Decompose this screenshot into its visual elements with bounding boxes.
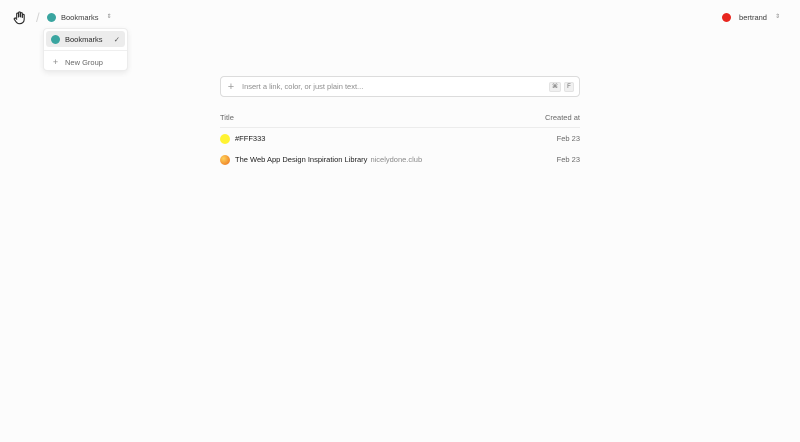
chevron-up-down-icon: ⇕	[774, 14, 780, 20]
favicon-icon	[220, 154, 230, 165]
breadcrumb-separator: /	[36, 10, 40, 25]
divider	[44, 50, 127, 51]
f-key-hint: F	[564, 81, 574, 92]
plus-icon: +	[52, 57, 59, 67]
hand-logo-icon[interactable]	[11, 9, 27, 25]
new-group-button[interactable]: + New Group	[46, 54, 125, 70]
check-icon: ✓	[113, 34, 120, 44]
color-swatch-icon	[220, 133, 230, 144]
table-header: Title Created at	[220, 108, 580, 128]
menu-item-label: Bookmarks	[65, 34, 103, 44]
row-date: Feb 23	[556, 155, 580, 164]
column-header-created: Created at	[544, 113, 580, 122]
command-key-hint: ⌘	[549, 81, 561, 92]
group-dropdown-menu: Bookmarks ✓ + New Group	[43, 28, 128, 71]
row-title: The Web App Design Inspiration Library	[235, 155, 368, 164]
row-domain: nicelydone.club	[370, 155, 423, 164]
bookmarks-table: Title Created at #FFF333 Feb 23 The Web …	[220, 108, 580, 170]
table-row[interactable]: #FFF333 Feb 23	[220, 128, 580, 149]
column-header-title: Title	[220, 113, 234, 122]
menu-item-bookmarks[interactable]: Bookmarks ✓	[46, 31, 125, 47]
user-menu[interactable]: bertrand ⇕	[722, 8, 780, 26]
new-group-label: New Group	[65, 57, 103, 67]
user-name: bertrand	[739, 12, 767, 22]
bookmark-input[interactable]	[242, 82, 546, 91]
row-date: Feb 23	[556, 134, 580, 143]
group-switcher[interactable]: Bookmarks ⇕	[47, 8, 112, 26]
group-color-dot	[51, 34, 60, 44]
plus-icon: +	[227, 80, 235, 93]
chevron-up-down-icon: ⇕	[106, 14, 112, 20]
bookmark-input-box[interactable]: + ⌘ F	[220, 76, 580, 97]
table-row[interactable]: The Web App Design Inspiration Library n…	[220, 149, 580, 170]
group-color-dot	[47, 12, 56, 22]
avatar	[722, 12, 732, 22]
group-switcher-label: Bookmarks	[61, 12, 99, 22]
row-title: #FFF333	[235, 134, 266, 143]
